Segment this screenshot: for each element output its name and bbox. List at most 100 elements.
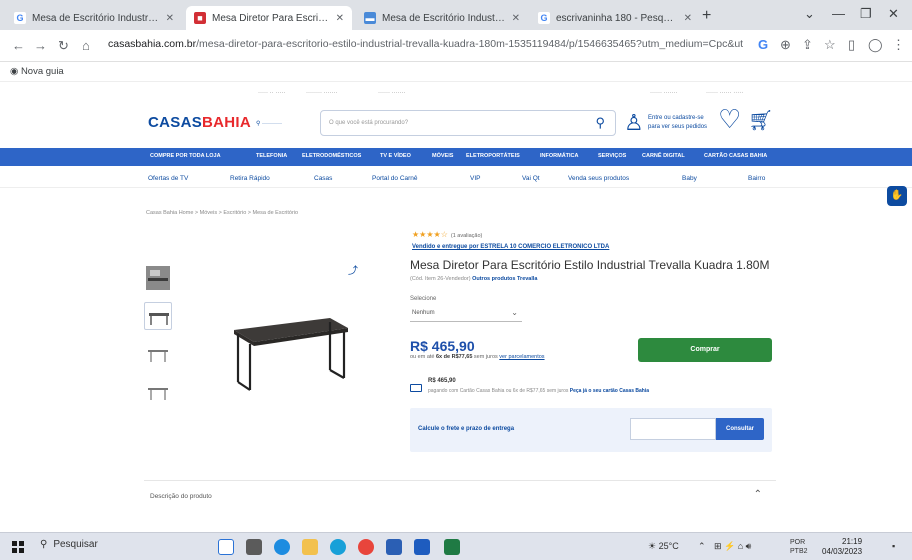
store-card-offer: R$ 465,90 pagando com Cartão Casas Bahia… bbox=[410, 378, 770, 400]
bookmark-star-icon[interactable]: ☆ bbox=[824, 37, 836, 53]
description-accordion[interactable]: Descrição do produto ⌃ bbox=[144, 480, 776, 512]
chrome-icon[interactable] bbox=[358, 539, 374, 555]
subnav-item[interactable]: Bairro bbox=[748, 175, 765, 182]
tab-search-icon[interactable]: ⌄ bbox=[804, 6, 815, 22]
wishlist-heart-icon[interactable]: ♡ bbox=[718, 104, 741, 135]
subnav-item[interactable]: Baby bbox=[682, 175, 697, 182]
top-strip-link[interactable]: ····· ·· ····· bbox=[258, 90, 285, 96]
breadcrumb[interactable]: Casas Bahia Home > Móveis > Escritório >… bbox=[146, 210, 298, 216]
nav-item-servicos[interactable]: SERVIÇOS bbox=[598, 153, 626, 159]
logo-part-2: BAHIA bbox=[202, 114, 252, 131]
nav-item-all[interactable]: COMPRE POR TODA LOJA bbox=[150, 153, 221, 159]
bing-app-icon[interactable] bbox=[218, 539, 234, 555]
share-icon[interactable]: ⇪ bbox=[802, 37, 813, 53]
thumbnail-2-selected[interactable] bbox=[144, 302, 172, 330]
word-icon[interactable] bbox=[414, 539, 430, 555]
star-icons: ★★★★☆ bbox=[412, 230, 448, 239]
subnav-item[interactable]: Venda seus produtos bbox=[568, 175, 629, 182]
consult-button[interactable]: Consultar bbox=[716, 418, 764, 440]
search-icon[interactable]: ⚲ bbox=[595, 115, 605, 131]
close-tab-icon[interactable]: ✕ bbox=[684, 13, 692, 24]
nav-item-telefonia[interactable]: TELEFONIA bbox=[256, 153, 287, 159]
edge-app-icon[interactable] bbox=[274, 539, 290, 555]
windows-start-icon[interactable] bbox=[12, 541, 24, 553]
notifications-icon[interactable]: ▪ bbox=[892, 541, 895, 551]
new-tab-button[interactable]: + bbox=[702, 7, 711, 25]
nav-item-tv[interactable]: TV E VÍDEO bbox=[380, 153, 411, 159]
top-strip-link[interactable]: ······ ······· bbox=[650, 90, 678, 96]
zoom-icon[interactable]: ⊕ bbox=[780, 37, 791, 53]
browser-tab-2-active[interactable]: ■ Mesa Diretor Para Escritório Esti ✕ bbox=[186, 6, 352, 30]
tray-chevron-icon[interactable]: ⌃ bbox=[698, 541, 706, 552]
edge-browser-icon[interactable] bbox=[330, 539, 346, 555]
close-tab-icon[interactable]: ✕ bbox=[166, 13, 174, 24]
card-signup-link[interactable]: Peça já o seu cartão Casas Bahia bbox=[570, 388, 649, 394]
file-explorer-icon[interactable] bbox=[302, 539, 318, 555]
clock-date: 04/03/2023 bbox=[822, 547, 863, 556]
thumbnail-4[interactable] bbox=[144, 378, 172, 406]
google-lens-icon[interactable]: G bbox=[758, 37, 768, 52]
nav-item-carne[interactable]: CARNÊ DIGITAL bbox=[642, 153, 685, 159]
top-strip-link[interactable]: ······ ······ ····· bbox=[706, 90, 743, 96]
close-tab-icon[interactable]: ✕ bbox=[512, 13, 520, 24]
browser-tab-1[interactable]: G Mesa de Escritório Industrial Ku ✕ bbox=[6, 6, 182, 30]
cart-icon[interactable]: 🛒︎ bbox=[748, 108, 773, 133]
thumbnail-3[interactable] bbox=[144, 340, 172, 368]
back-icon[interactable]: ← bbox=[12, 38, 25, 53]
subnav-item[interactable]: Ofertas de TV bbox=[148, 175, 188, 182]
bookmark-nova-guia[interactable]: ◉ Nova guia bbox=[10, 66, 64, 77]
profile-icon[interactable]: ◯ bbox=[868, 37, 883, 53]
forward-icon[interactable]: → bbox=[34, 38, 47, 53]
share-product-icon[interactable]: ⤴ bbox=[348, 262, 358, 277]
menu-icon[interactable]: ⋮ bbox=[892, 37, 905, 53]
browser-tab-3[interactable]: ▬ Mesa de Escritório Industrial Ku ✕ bbox=[356, 6, 528, 30]
minimize-icon[interactable]: — bbox=[832, 6, 845, 21]
nav-item-moveis[interactable]: MÓVEIS bbox=[432, 153, 453, 159]
nav-item-eletroportateis[interactable]: ELETROPORTÁTEIS bbox=[466, 153, 520, 159]
user-icon[interactable]: ♙ bbox=[624, 110, 644, 136]
reload-icon[interactable]: ↻ bbox=[58, 38, 69, 54]
taskbar-search[interactable]: ⚲ Pesquisar bbox=[40, 539, 98, 550]
subnav-item[interactable]: Retira Rápido bbox=[230, 175, 270, 182]
browser-tab-4[interactable]: G escrivaninha 180 - Pesquisa Go ✕ bbox=[530, 6, 700, 30]
home-icon[interactable]: ⌂ bbox=[82, 38, 90, 53]
nav-item-eletrodomesticos[interactable]: ELETRODOMÉSTICOS bbox=[302, 153, 361, 159]
subnav-item[interactable]: Portal do Carnê bbox=[372, 175, 418, 182]
site-search-input[interactable]: O que você está procurando? ⚲ bbox=[320, 110, 616, 136]
rating-stars[interactable]: ★★★★☆ (1 avaliação) bbox=[412, 230, 482, 239]
seller-link[interactable]: Vendido e entregue por ESTRELA 10 COMERC… bbox=[412, 244, 609, 250]
buy-button[interactable]: Comprar bbox=[638, 338, 772, 362]
url-field[interactable]: casasbahia.com.br/mesa-diretor-para-escr… bbox=[108, 38, 748, 50]
tab-label: Mesa Diretor Para Escritório Esti bbox=[212, 12, 330, 24]
app-icon[interactable] bbox=[386, 539, 402, 555]
subnav-item[interactable]: VIP bbox=[470, 175, 480, 182]
top-strip-link[interactable]: ········ ······· bbox=[306, 90, 338, 96]
subnav-item[interactable]: Vai Qt bbox=[522, 175, 540, 182]
variant-select[interactable]: Nenhum ⌄ bbox=[410, 306, 522, 322]
top-strip-link[interactable]: ······ ······· bbox=[378, 90, 406, 96]
weather-widget[interactable]: ☀ 25°C bbox=[648, 541, 679, 552]
product-main-image[interactable] bbox=[224, 300, 356, 396]
cep-input[interactable] bbox=[630, 418, 716, 440]
casasbahia-logo[interactable]: CASASBAHIA bbox=[148, 114, 251, 131]
sidebar-icon[interactable]: ▯ bbox=[848, 37, 855, 53]
tray-icons[interactable]: ⊞ ⚡ ⌂ 🔊︎ bbox=[714, 541, 751, 552]
accessibility-hand-icon[interactable]: ✋ bbox=[887, 186, 907, 206]
clock[interactable]: 21:19 04/03/2023 bbox=[822, 537, 862, 557]
close-tab-icon[interactable]: ✕ bbox=[336, 13, 344, 24]
subnav-item[interactable]: Casas bbox=[314, 175, 332, 182]
close-window-icon[interactable]: ✕ bbox=[888, 6, 899, 22]
other-products-link[interactable]: Outros produtos Trevalla bbox=[472, 276, 537, 282]
task-view-icon[interactable] bbox=[246, 539, 262, 555]
maximize-icon[interactable]: ❐ bbox=[860, 6, 872, 22]
location-link[interactable]: ⚲ ·········· bbox=[256, 120, 282, 127]
nav-item-informatica[interactable]: INFORMÁTICA bbox=[540, 153, 579, 159]
login-link[interactable]: Entre ou cadastre-se para ver seus pedid… bbox=[648, 114, 707, 132]
nav-item-cartao[interactable]: CARTÃO CASAS BAHIA bbox=[704, 153, 767, 159]
language-code: POR bbox=[790, 539, 806, 546]
language-indicator[interactable]: POR PTB2 bbox=[790, 538, 808, 556]
installments-link[interactable]: ver parcelamentos bbox=[499, 354, 544, 360]
thumbnail-1[interactable] bbox=[144, 264, 172, 292]
excel-icon[interactable] bbox=[444, 539, 460, 555]
review-count: (1 avaliação) bbox=[450, 233, 483, 239]
